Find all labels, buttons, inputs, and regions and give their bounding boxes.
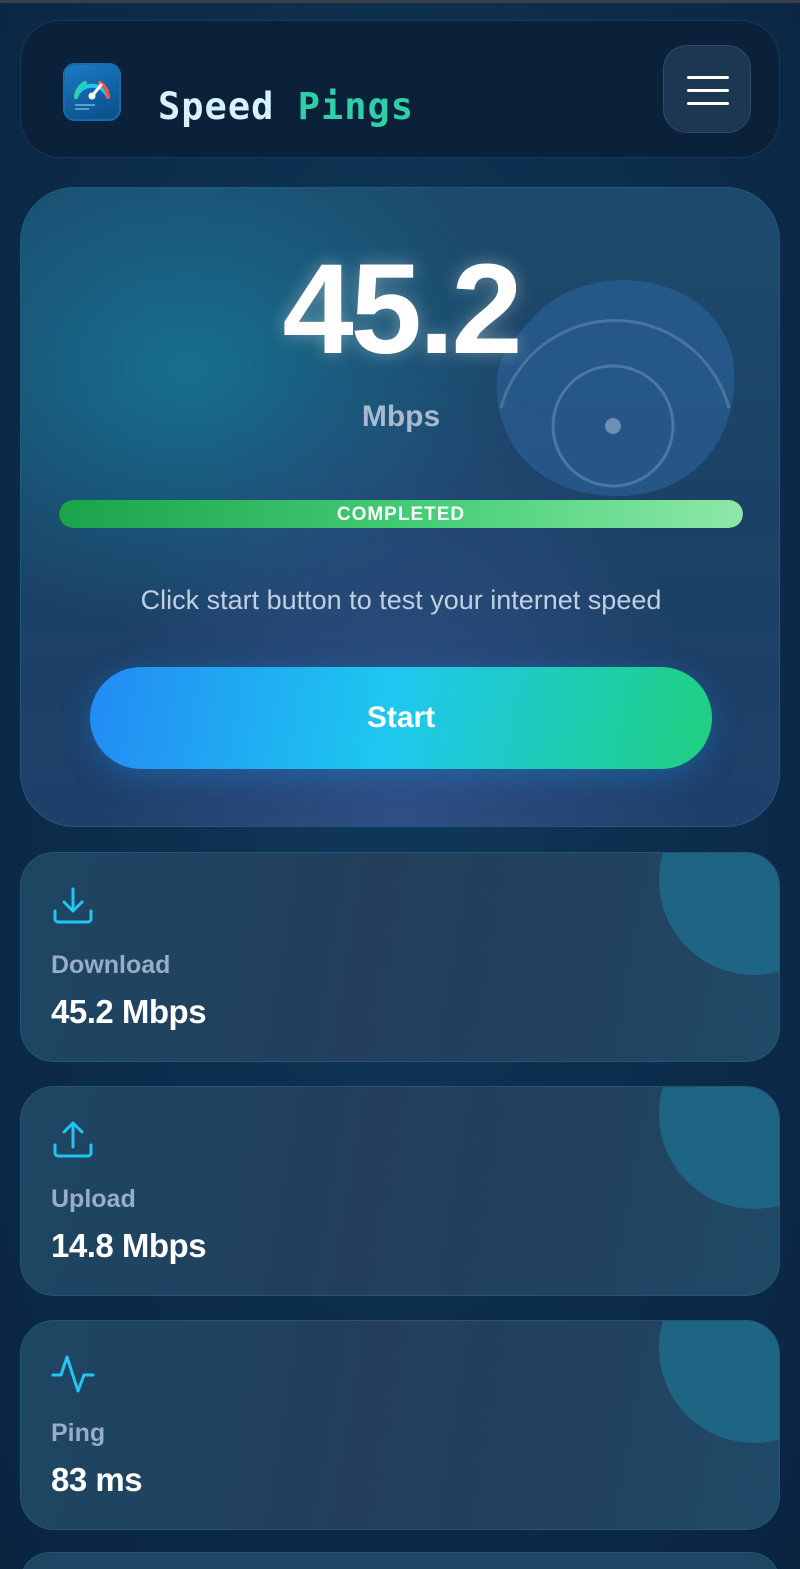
stat-value: 14.8 Mbps	[51, 1227, 207, 1264]
activity-pulse-icon	[51, 1355, 95, 1393]
stat-card-download: Download 45.2 Mbps	[20, 852, 780, 1062]
hint-text: Click start button to test your internet…	[140, 585, 662, 615]
progress-bar: COMPLETED	[59, 500, 743, 528]
stat-value: 83 ms	[51, 1461, 143, 1498]
download-icon	[53, 887, 93, 924]
speed-value: 45.2	[282, 238, 522, 381]
stat-label: Ping	[51, 1419, 106, 1447]
start-button[interactable]: Start	[90, 667, 712, 769]
app-title-word-1: Speed	[158, 85, 275, 128]
status-bar-edge	[0, 0, 800, 3]
app-title-word-2: Pings	[297, 85, 415, 128]
stat-label: Download	[51, 951, 171, 979]
stat-value: 45.2 Mbps	[51, 993, 207, 1030]
stat-card-partial	[20, 1552, 780, 1569]
stat-label: Upload	[51, 1185, 136, 1213]
stat-card-upload: Upload 14.8 Mbps	[20, 1086, 780, 1296]
stat-card-ping: Ping 83 ms	[20, 1320, 780, 1530]
app-title: Speed Pings	[158, 85, 414, 128]
speed-test-card: 45.2 Mbps COMPLETED Click start button t…	[20, 187, 780, 827]
hamburger-menu-icon	[687, 76, 729, 79]
upload-icon	[53, 1121, 93, 1158]
app-header: Speed Pings	[20, 20, 780, 158]
speed-unit: Mbps	[361, 400, 441, 433]
progress-status: COMPLETED	[336, 504, 466, 525]
menu-button[interactable]	[663, 45, 751, 133]
speedometer-icon	[63, 63, 121, 121]
